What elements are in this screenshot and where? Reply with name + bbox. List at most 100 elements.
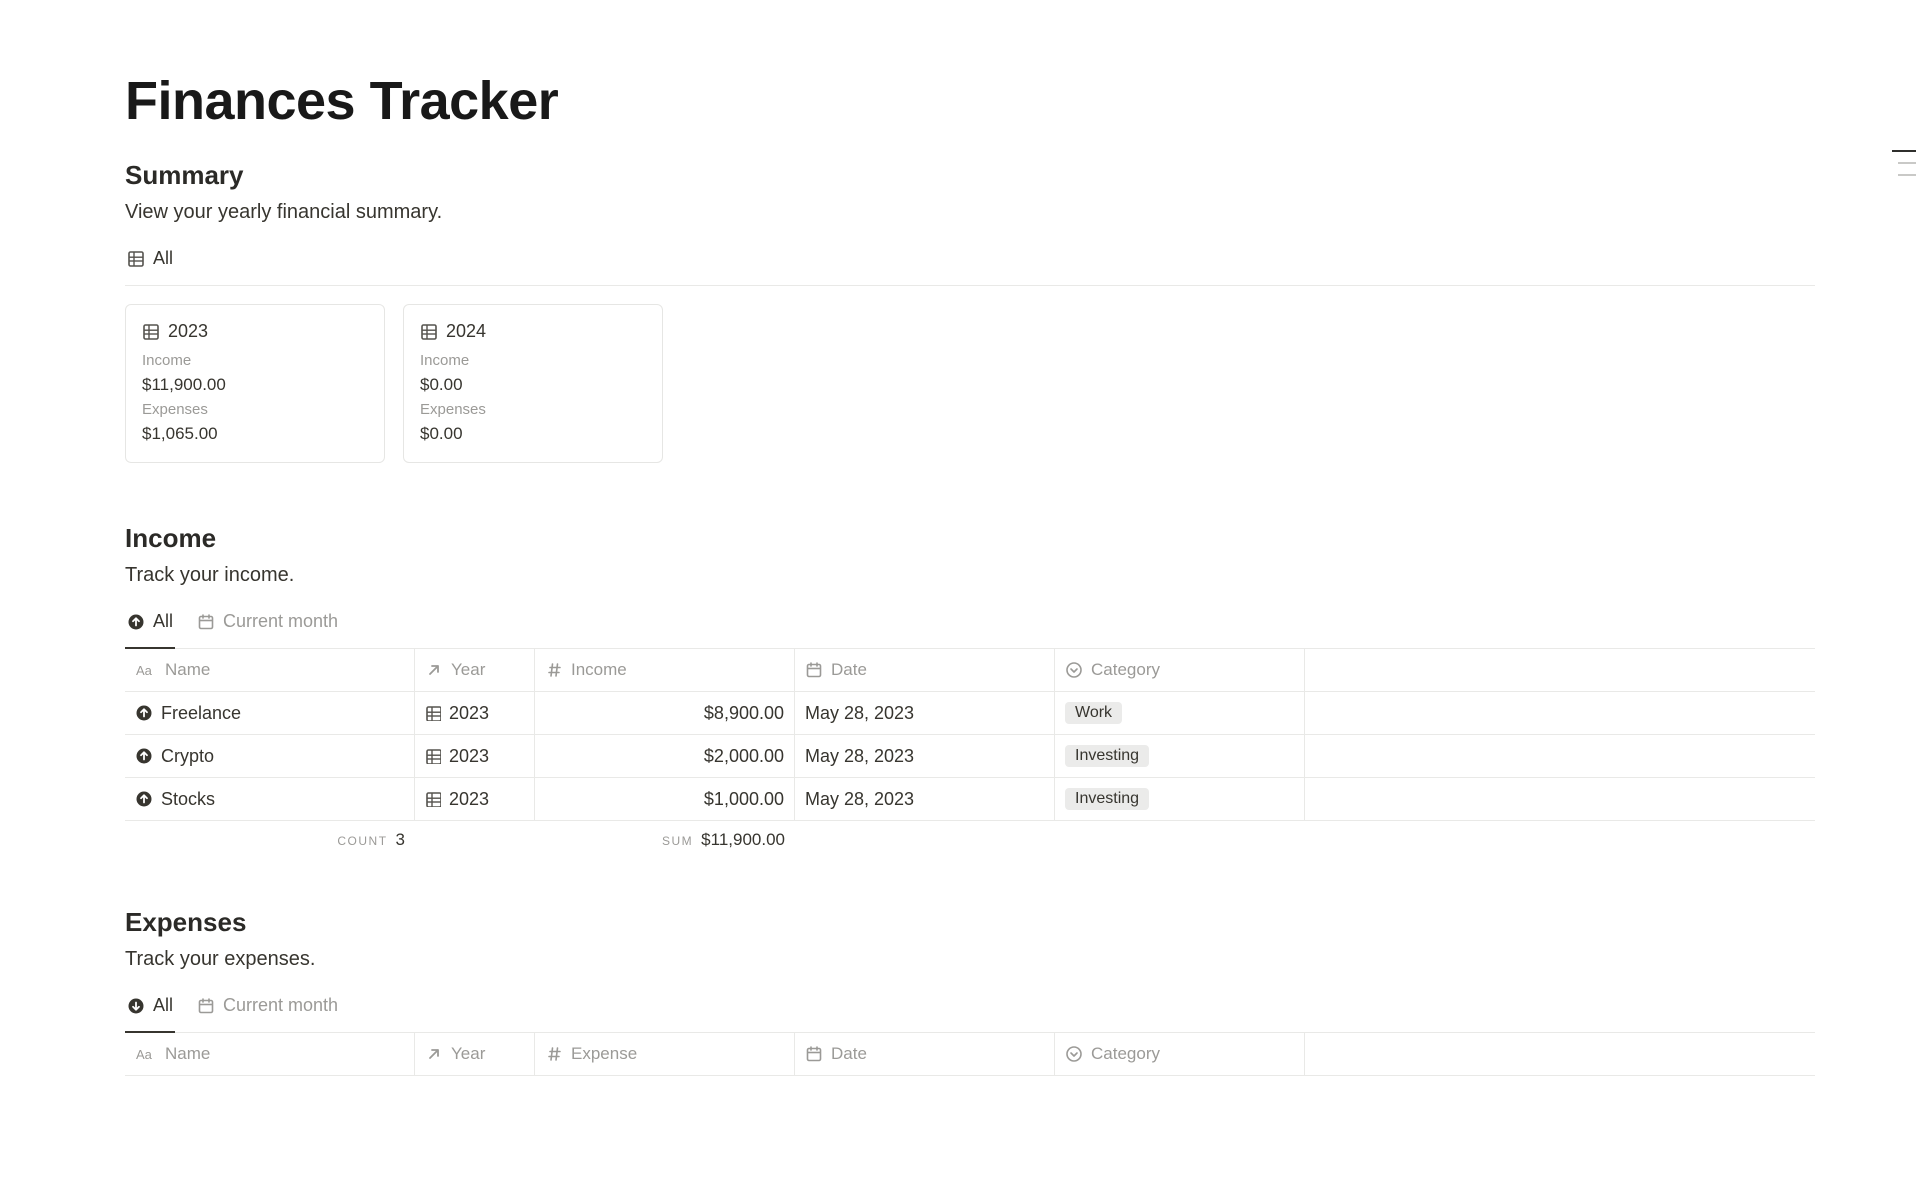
calendar-icon — [197, 997, 215, 1015]
income-cell-year-text: 2023 — [449, 789, 489, 810]
summary-card-year: 2023 — [168, 321, 208, 342]
expenses-view-all[interactable]: All — [125, 991, 175, 1024]
income-cell-name[interactable]: Stocks — [125, 778, 415, 820]
income-view-all[interactable]: All — [125, 607, 175, 640]
income-table: Name Year Income Date — [125, 648, 1815, 859]
income-row[interactable]: Stocks 2023 $1,000.00 May 28, 2023 Inves… — [125, 778, 1815, 821]
spreadsheet-icon — [127, 250, 145, 268]
summary-description: View your yearly financial summary. — [125, 201, 1815, 224]
income-agg-sum[interactable]: SUM $11,900.00 — [535, 822, 795, 858]
minimap-line — [1892, 150, 1916, 152]
income-section: Income Track your income. All Current mo… — [125, 523, 1815, 859]
summary-card-income-label: Income — [420, 352, 646, 369]
income-cell-date-text: May 28, 2023 — [805, 746, 914, 767]
summary-card-year: 2024 — [446, 321, 486, 342]
income-agg-count-value: 3 — [396, 830, 405, 850]
expenses-section: Expenses Track your expenses. All Curren… — [125, 907, 1815, 1076]
income-cell-year[interactable]: 2023 — [415, 735, 535, 777]
expenses-col-category[interactable]: Category — [1055, 1033, 1305, 1075]
summary-card-income-label: Income — [142, 352, 368, 369]
summary-card-income-value: $11,900.00 — [142, 375, 368, 395]
number-icon — [545, 1045, 563, 1063]
income-cell-category[interactable]: Investing — [1055, 735, 1305, 777]
income-col-year[interactable]: Year — [415, 649, 535, 691]
income-cell-category[interactable]: Work — [1055, 692, 1305, 734]
expenses-view-current-month[interactable]: Current month — [195, 991, 340, 1024]
summary-section: Summary View your yearly financial summa… — [125, 160, 1815, 463]
income-view-current-month[interactable]: Current month — [195, 607, 340, 640]
income-cell-name-text: Freelance — [161, 703, 241, 724]
expenses-description: Track your expenses. — [125, 948, 1815, 971]
income-col-category-label: Category — [1091, 660, 1160, 680]
summary-card-2024[interactable]: 2024 Income $0.00 Expenses $0.00 — [403, 304, 663, 463]
income-cell-name[interactable]: Freelance — [125, 692, 415, 734]
expenses-col-date-label: Date — [831, 1044, 867, 1064]
expenses-col-year[interactable]: Year — [415, 1033, 535, 1075]
summary-heading: Summary — [125, 160, 1815, 191]
expenses-col-expense[interactable]: Expense — [535, 1033, 795, 1075]
income-cell-year[interactable]: 2023 — [415, 778, 535, 820]
expenses-view-tabs: All Current month — [125, 985, 1815, 1032]
expenses-table: Name Year Expense Date — [125, 1032, 1815, 1076]
income-col-name[interactable]: Name — [125, 649, 415, 691]
expenses-col-name[interactable]: Name — [125, 1033, 415, 1075]
summary-card-expenses-value: $1,065.00 — [142, 424, 368, 444]
category-pill: Investing — [1065, 745, 1149, 767]
expenses-col-name-label: Name — [165, 1044, 210, 1064]
income-col-category[interactable]: Category — [1055, 649, 1305, 691]
income-agg-count-label: COUNT — [337, 834, 387, 848]
summary-view-tabs: All — [125, 238, 1815, 286]
income-col-date[interactable]: Date — [795, 649, 1055, 691]
summary-card-income-value: $0.00 — [420, 375, 646, 395]
income-cell-amount[interactable]: $2,000.00 — [535, 735, 795, 777]
income-cell-date[interactable]: May 28, 2023 — [795, 778, 1055, 820]
category-pill: Work — [1065, 702, 1122, 724]
income-cell-empty — [1305, 778, 1815, 820]
income-cell-date[interactable]: May 28, 2023 — [795, 692, 1055, 734]
income-col-date-label: Date — [831, 660, 867, 680]
income-cell-name[interactable]: Crypto — [125, 735, 415, 777]
income-col-income-label: Income — [571, 660, 627, 680]
page-minimap[interactable] — [1884, 150, 1920, 176]
expenses-col-expense-label: Expense — [571, 1044, 637, 1064]
summary-view-all[interactable]: All — [125, 244, 175, 277]
income-col-empty — [1305, 649, 1815, 691]
spreadsheet-icon — [425, 705, 441, 721]
income-cell-amount[interactable]: $1,000.00 — [535, 778, 795, 820]
select-icon — [1065, 1045, 1083, 1063]
income-agg-sum-label: SUM — [662, 834, 693, 848]
expenses-col-empty — [1305, 1033, 1815, 1075]
income-cell-date-text: May 28, 2023 — [805, 703, 914, 724]
income-agg-count[interactable]: COUNT 3 — [125, 822, 415, 858]
page-title: Finances Tracker — [125, 70, 1815, 132]
income-cell-year-text: 2023 — [449, 703, 489, 724]
expenses-view-all-label: All — [153, 995, 173, 1016]
arrow-up-circle-icon — [135, 704, 153, 722]
income-cell-amount-text: $8,900.00 — [704, 703, 784, 724]
income-col-income[interactable]: Income — [535, 649, 795, 691]
expenses-heading: Expenses — [125, 907, 1815, 938]
income-cell-name-text: Crypto — [161, 746, 214, 767]
calendar-icon — [805, 1045, 823, 1063]
income-cell-year[interactable]: 2023 — [415, 692, 535, 734]
summary-card-expenses-value: $0.00 — [420, 424, 646, 444]
spreadsheet-icon — [425, 791, 441, 807]
relation-icon — [425, 1045, 443, 1063]
minimap-line — [1898, 162, 1916, 164]
summary-view-all-label: All — [153, 248, 173, 269]
income-cell-amount[interactable]: $8,900.00 — [535, 692, 795, 734]
summary-card-2023[interactable]: 2023 Income $11,900.00 Expenses $1,065.0… — [125, 304, 385, 463]
income-col-year-label: Year — [451, 660, 485, 680]
spreadsheet-icon — [420, 323, 438, 341]
summary-card-expenses-label: Expenses — [142, 401, 368, 418]
income-description: Track your income. — [125, 564, 1815, 587]
expenses-col-date[interactable]: Date — [795, 1033, 1055, 1075]
minimap-line — [1898, 174, 1916, 176]
income-row[interactable]: Freelance 2023 $8,900.00 May 28, 2023 Wo… — [125, 692, 1815, 735]
income-row[interactable]: Crypto 2023 $2,000.00 May 28, 2023 Inves… — [125, 735, 1815, 778]
income-cell-category[interactable]: Investing — [1055, 778, 1305, 820]
income-cell-empty — [1305, 692, 1815, 734]
number-icon — [545, 661, 563, 679]
income-cell-date[interactable]: May 28, 2023 — [795, 735, 1055, 777]
income-view-current-month-label: Current month — [223, 611, 338, 632]
